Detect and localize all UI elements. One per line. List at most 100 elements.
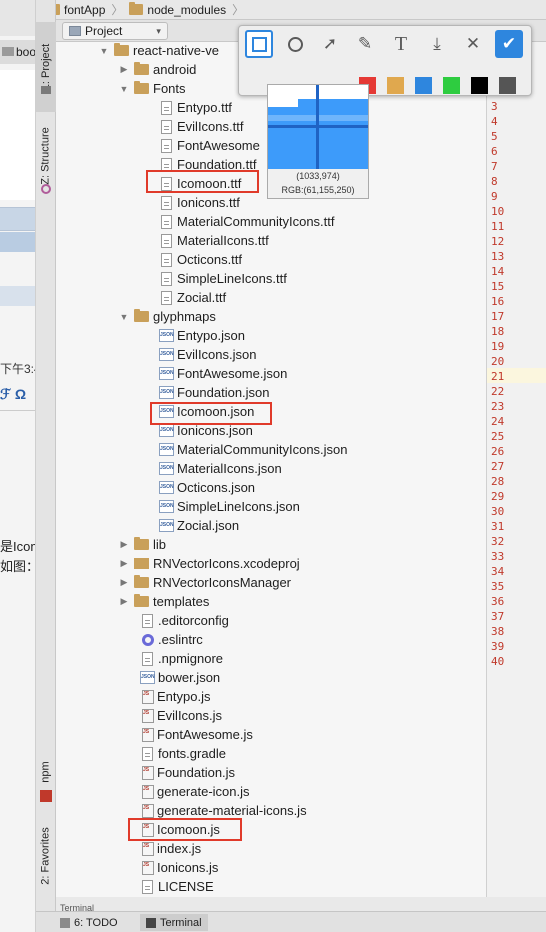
line-number: 3 [491, 100, 498, 113]
line-number: 28 [491, 475, 505, 488]
tree-item-json-file[interactable]: JSON Octicons.json [159, 478, 255, 497]
tree-item-js-file[interactable]: FontAwesome.js [142, 725, 253, 744]
peek-time: 下午3:4 [0, 362, 35, 376]
tree-item-json-file[interactable]: JSON EvilIcons.json [159, 345, 256, 364]
color-swatch-orange[interactable] [387, 77, 404, 94]
tree-item-file[interactable]: fonts.gradle [142, 744, 226, 763]
tree-item-label: MaterialIcons.json [177, 461, 282, 476]
tree-item-file[interactable]: JSON bower.json [140, 668, 220, 687]
tree-item-font-file[interactable]: Zocial.ttf [161, 288, 226, 307]
tree-item-manager[interactable]: ▶ RNVectorIconsManager [118, 573, 291, 592]
tab-npm[interactable]: npm [36, 752, 56, 792]
tab-project-label: 1: Project [40, 43, 52, 91]
tab-favorites[interactable]: 2: Favorites [36, 816, 56, 896]
arrow-tool[interactable]: ➚ [316, 30, 344, 58]
tree-item-label: MaterialCommunityIcons.json [177, 442, 348, 457]
tree-item-json-file[interactable]: JSON FontAwesome.json [159, 364, 287, 383]
peek-tab: boo [0, 40, 35, 64]
tree-item-label: .editorconfig [158, 613, 229, 628]
rectangle-tool[interactable] [245, 30, 273, 58]
line-number: 17 [491, 310, 505, 323]
font-file-icon [161, 290, 172, 305]
line-number: 13 [491, 250, 505, 263]
tree-item-label: Zocial.json [177, 518, 240, 533]
tree-item-font-file[interactable]: Entypo.ttf [161, 98, 232, 117]
tree-item-root[interactable]: ▼ react-native-ve [98, 42, 219, 60]
tree-item-label: MaterialIcons.ttf [177, 233, 269, 248]
breadcrumb-item-node-modules[interactable]: node_modules [129, 2, 226, 17]
text-file-icon [142, 651, 153, 666]
tree-item-json-file[interactable]: JSON MaterialIcons.json [159, 459, 282, 478]
tab-terminal[interactable]: Terminal [140, 914, 208, 931]
text-tool[interactable]: T [387, 30, 415, 58]
tree-item-js-file[interactable]: index.js [142, 839, 201, 858]
tree-item-file[interactable]: LICENSE [142, 877, 214, 896]
tree-item-templates[interactable]: ▶ templates [118, 592, 209, 611]
tree-item-file[interactable]: .npmignore [142, 649, 223, 668]
ellipse-tool[interactable] [281, 30, 309, 58]
tree-item-label: Ionicons.json [177, 423, 253, 438]
tree-item-json-file[interactable]: JSON Zocial.json [159, 516, 239, 535]
tab-todo[interactable]: 6: TODO [54, 914, 124, 931]
confirm-tool[interactable]: ✔ [495, 30, 523, 58]
tree-item-js-file[interactable]: Entypo.js [142, 687, 210, 706]
color-swatch-blue[interactable] [415, 77, 432, 94]
tree-item-label: react-native-ve [133, 43, 219, 58]
line-number: 23 [491, 400, 505, 413]
folder-icon [114, 43, 129, 56]
breadcrumb: fontApp 〉 node_modules 〉 [36, 0, 546, 20]
peek-folder-icon [2, 47, 14, 56]
save-tool[interactable]: ⤓ [423, 30, 451, 58]
line-number: 37 [491, 610, 505, 623]
collapsed-arrow-icon: ▶ [120, 539, 128, 549]
color-magnifier: (1033,974) RGB:(61,155,250) [267, 84, 369, 199]
tree-item-font-file[interactable]: MaterialIcons.ttf [161, 231, 269, 250]
tree-item-json-file[interactable]: JSON MaterialCommunityIcons.json [159, 440, 348, 459]
npm-icon [40, 790, 52, 802]
tree-item-label: lib [153, 537, 167, 552]
folder-icon [129, 2, 144, 15]
tree-item-fonts-folder[interactable]: ▼ Fonts [118, 79, 186, 98]
tree-item-label: bower.json [158, 670, 221, 685]
tree-item-label: generate-material-icons.js [157, 803, 307, 818]
tree-item-font-file[interactable]: SimpleLineIcons.ttf [161, 269, 287, 288]
pen-tool[interactable]: ✎ [351, 30, 379, 58]
tree-item-json-file[interactable]: JSON SimpleLineIcons.json [159, 497, 300, 516]
tree-item-json-file[interactable]: JSON Entypo.json [159, 326, 245, 345]
tree-item-font-file[interactable]: MaterialCommunityIcons.ttf [161, 212, 335, 231]
tree-item-android[interactable]: ▶ android [118, 60, 196, 79]
line-number: 25 [491, 430, 505, 443]
tree-item-file[interactable]: .editorconfig [142, 611, 229, 630]
js-file-icon [142, 860, 154, 875]
line-number: 27 [491, 460, 505, 473]
tree-item-font-file[interactable]: Ionicons.ttf [161, 193, 240, 212]
tree-item-lib[interactable]: ▶ lib [118, 535, 166, 554]
tree-item-js-file[interactable]: generate-icon.js [142, 782, 250, 801]
line-number: 21 [491, 370, 505, 383]
js-file-icon [142, 727, 154, 742]
line-number: 15 [491, 280, 505, 293]
tree-item-js-file[interactable]: EvilIcons.js [142, 706, 222, 725]
tree-item-font-file[interactable]: EvilIcons.ttf [161, 117, 243, 136]
view-selector[interactable]: Project ▾ [62, 22, 168, 40]
tree-item-js-file[interactable]: Foundation.js [142, 763, 235, 782]
js-file-icon [142, 803, 154, 818]
checkmark-icon: ✔ [501, 34, 517, 53]
tree-item-label: Ionicons.ttf [177, 195, 240, 210]
cancel-tool[interactable]: ✕ [459, 30, 487, 58]
tree-item-file[interactable]: .eslintrc [142, 630, 203, 649]
color-swatch-black[interactable] [471, 77, 488, 94]
color-swatch-gray[interactable] [499, 77, 516, 94]
tab-project[interactable]: 1: Project [36, 22, 56, 112]
tree-item-glyphmaps-folder[interactable]: ▼ glyphmaps [118, 307, 216, 326]
tree-item-font-file[interactable]: Octicons.ttf [161, 250, 242, 269]
tree-item-xcodeproj[interactable]: ▶ RNVectorIcons.xcodeproj [118, 554, 300, 573]
tree-item-font-file[interactable]: FontAwesome [161, 136, 260, 155]
tree-item-json-file[interactable]: JSON Foundation.json [159, 383, 270, 402]
peek-content [0, 70, 35, 200]
arrow-icon: ➚ [322, 34, 338, 53]
line-number: 16 [491, 295, 505, 308]
color-swatch-green[interactable] [443, 77, 460, 94]
tree-item-js-file[interactable]: Ionicons.js [142, 858, 218, 877]
line-number: 4 [491, 115, 498, 128]
